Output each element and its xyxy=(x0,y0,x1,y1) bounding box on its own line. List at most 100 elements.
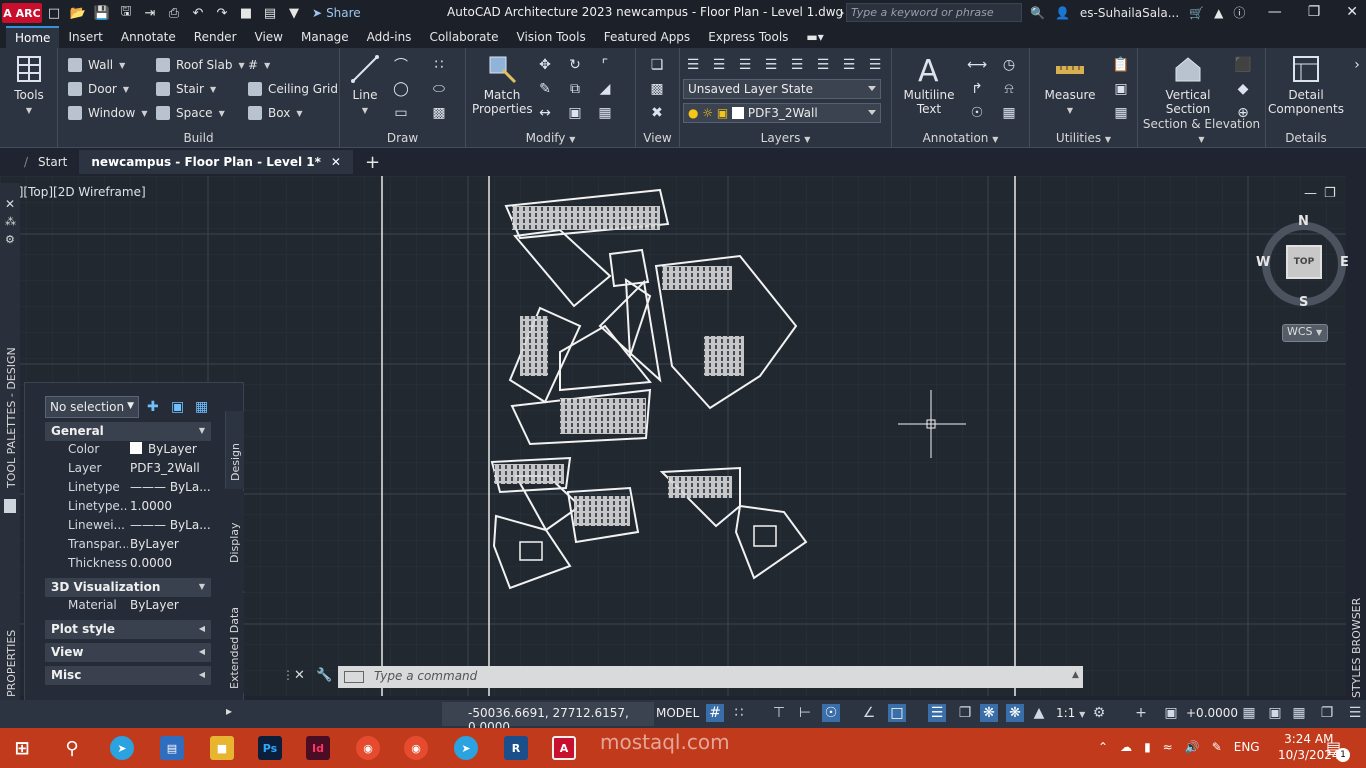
transparency-icon[interactable]: ❐ xyxy=(956,704,974,722)
select-icon[interactable]: ▣ xyxy=(1112,80,1130,98)
keynote-icon[interactable]: ☉ xyxy=(968,104,986,122)
space-button[interactable]: Space ▼ xyxy=(156,104,225,122)
door-button[interactable]: Door ▼ xyxy=(68,80,129,98)
layer-icon[interactable]: ▤ xyxy=(261,4,279,22)
selection-select[interactable]: No selection ▼ xyxy=(45,396,139,418)
pickadd-icon[interactable]: ▦ xyxy=(195,399,208,415)
revit-icon[interactable]: R xyxy=(504,736,528,760)
news-icon[interactable]: ▤ xyxy=(160,736,184,760)
wall-button[interactable]: Wall ▼ xyxy=(68,56,125,74)
viewport-minimize-icon[interactable]: — xyxy=(1304,186,1317,201)
wcs-menu[interactable]: WCS ▼ xyxy=(1282,324,1328,342)
roof-slab-button[interactable]: Roof Slab ▼ xyxy=(156,56,245,74)
dropdown-icon[interactable]: ▼ xyxy=(285,4,303,22)
tool-palettes-title[interactable]: TOOL PALETTES - DESIGN xyxy=(5,347,18,488)
match-properties-button[interactable]: Match Properties xyxy=(472,54,533,116)
erase-icon[interactable]: ✎ xyxy=(536,80,554,98)
tab-extended-data[interactable]: Extended Data xyxy=(225,593,244,693)
rotate-icon[interactable]: ↻ xyxy=(566,56,584,74)
user-name[interactable]: es-SuhailaSala... xyxy=(1080,6,1179,20)
layer-match-icon[interactable]: ☰ xyxy=(814,56,832,74)
annotation-monitor-icon[interactable]: ▲ xyxy=(1030,704,1048,722)
tab-featured-apps[interactable]: Featured Apps xyxy=(595,26,699,48)
measure-button[interactable]: Measure ▼ xyxy=(1040,54,1100,118)
import-icon[interactable]: ⇥ xyxy=(141,4,159,22)
layer-previous-icon[interactable]: ☰ xyxy=(840,56,858,74)
tab-home[interactable]: Home xyxy=(6,26,60,48)
rectangle-icon[interactable]: ▭ xyxy=(392,104,410,122)
quick-select-icon[interactable]: ✚ xyxy=(147,399,159,415)
grid-button[interactable]: # ▼ xyxy=(248,56,270,74)
object-snap-icon[interactable]: □ xyxy=(888,704,906,722)
restore-icon[interactable]: ❐ xyxy=(1308,4,1321,20)
close-icon[interactable]: ✕ xyxy=(1346,4,1358,20)
vertical-section-button[interactable]: Vertical Section xyxy=(1152,54,1224,116)
chevron-up-icon[interactable]: ⌃ xyxy=(1098,740,1108,754)
palette-pin-icon[interactable]: ⁂ xyxy=(5,215,16,228)
scale-icon[interactable]: ▣ xyxy=(566,104,584,122)
details-panel-label[interactable]: Details xyxy=(1266,131,1346,145)
annotation-visibility-icon[interactable]: ❋ xyxy=(980,704,998,722)
view-cube-icon[interactable]: ❏ xyxy=(648,56,666,74)
tag-icon[interactable]: ⍾ xyxy=(1000,80,1018,98)
tab-manage[interactable]: Manage xyxy=(292,26,358,48)
prop-row-transparency[interactable]: Transpar... ByLayer xyxy=(45,537,211,556)
display-config-icon[interactable]: ▣ xyxy=(1266,704,1284,722)
redo-icon[interactable]: ↷ xyxy=(213,4,231,22)
layer-properties-icon[interactable]: ☰ xyxy=(684,56,702,74)
ceiling-grid-button[interactable]: Ceiling Grid xyxy=(248,80,338,98)
new-file-icon[interactable]: □ xyxy=(45,4,63,22)
ribbon-options-icon[interactable]: ▬▾ xyxy=(797,26,832,48)
compass-north[interactable]: N xyxy=(1298,214,1309,229)
visualization-section[interactable]: 3D Visualization ▼ xyxy=(45,578,211,597)
styles-browser-tab[interactable]: STYLES BROWSER xyxy=(1350,598,1363,698)
tab-display[interactable]: Display xyxy=(225,491,244,591)
circle-icon[interactable]: ◯ xyxy=(392,80,410,98)
elevation-icon[interactable]: ⬛ xyxy=(1234,56,1252,74)
view-section[interactable]: View ◀ xyxy=(45,643,211,662)
app-menu-button[interactable]: A ARC xyxy=(2,3,42,23)
recent-commands-icon[interactable] xyxy=(344,671,364,683)
status-menu-icon[interactable]: ▸ xyxy=(226,704,232,718)
search-input[interactable]: Type a keyword or phrase xyxy=(846,3,1022,22)
calculator-icon[interactable]: ▦ xyxy=(1112,104,1130,122)
paste-icon[interactable]: 📋 xyxy=(1112,56,1130,74)
prop-row-lineweight[interactable]: Linewei... ——— ByLa... xyxy=(45,518,211,537)
file-explorer-icon[interactable]: ■ xyxy=(210,736,234,760)
layer-iso-icon[interactable]: ☰ xyxy=(710,56,728,74)
windows-start-icon[interactable]: ⊞ xyxy=(10,736,34,760)
command-grip-icon[interactable]: ⋮ xyxy=(282,668,294,682)
palette-settings-icon[interactable]: ⚙ xyxy=(5,233,15,246)
tab-annotate[interactable]: Annotate xyxy=(112,26,185,48)
polar-tracking-icon[interactable]: ☉ xyxy=(822,704,840,722)
chrome-icon[interactable]: ◉ xyxy=(404,736,428,760)
autocad-icon[interactable]: A xyxy=(552,736,576,760)
section-panel-label[interactable]: Section & Elevation ▼ xyxy=(1138,117,1265,145)
print-icon[interactable]: ⎙ xyxy=(165,4,183,22)
coordinates-readout[interactable]: -50036.6691, 27712.6157, 0.0000 xyxy=(442,702,654,734)
hatch-icon[interactable]: ▩ xyxy=(430,104,448,122)
command-customize-icon[interactable]: 🔧 xyxy=(316,668,332,683)
tab-express-tools[interactable]: Express Tools xyxy=(699,26,797,48)
plot-style-section[interactable]: Plot style ◀ xyxy=(45,620,211,639)
copy-icon[interactable]: ⧉ xyxy=(566,80,584,98)
pen-icon[interactable]: ✎ xyxy=(1212,740,1222,754)
view-navigate-icon[interactable]: ▩ xyxy=(648,80,666,98)
compass-south[interactable]: S xyxy=(1299,295,1308,310)
polyline-icon[interactable]: ⌒ xyxy=(392,56,410,74)
undo-icon[interactable]: ↶ xyxy=(189,4,207,22)
array-icon[interactable]: ▦ xyxy=(596,104,614,122)
view-panel-label[interactable]: View xyxy=(636,131,679,145)
tab-collaborate[interactable]: Collaborate xyxy=(420,26,507,48)
wifi-icon[interactable]: ≈ xyxy=(1163,740,1173,754)
viewport-controls-label[interactable]: [−][Top][2D Wireframe] xyxy=(4,185,146,199)
customization-icon[interactable]: ☰ xyxy=(1346,704,1364,722)
save-as-icon[interactable]: 🖫 xyxy=(117,4,135,22)
infer-constraints-icon[interactable]: ⊤ xyxy=(770,704,788,722)
search-icon[interactable]: 🔍 xyxy=(1030,6,1045,20)
tab-design[interactable]: Design xyxy=(225,411,244,489)
multiline-text-button[interactable]: A Multiline Text xyxy=(902,54,956,116)
multileader-icon[interactable]: ↱ xyxy=(968,80,986,98)
tab-render[interactable]: Render xyxy=(185,26,246,48)
prop-row-linetype[interactable]: Linetype ——— ByLa... xyxy=(45,480,211,499)
